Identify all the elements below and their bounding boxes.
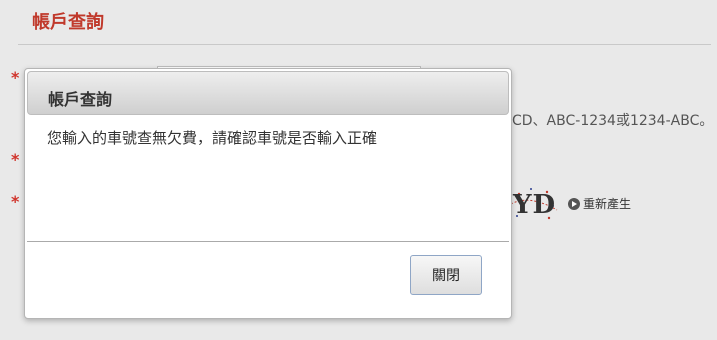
regenerate-captcha-link[interactable]: 重新產生	[568, 195, 631, 212]
dialog-title: 帳戶查詢	[48, 90, 113, 109]
required-marker: *	[11, 192, 20, 211]
plate-format-hint: CD、ABC-1234或1234-ABC。	[512, 113, 714, 129]
required-marker: *	[11, 68, 20, 87]
captcha-text: YD	[513, 190, 557, 220]
title-divider	[18, 44, 711, 45]
captcha-image: YD	[509, 184, 559, 224]
dialog-divider	[27, 241, 509, 242]
close-button[interactable]: 關閉	[410, 255, 482, 295]
page: 帳戶查詢 * * * CD、ABC-1234或1234-ABC。 YD 重新產生…	[0, 0, 717, 340]
dialog-header[interactable]: 帳戶查詢	[27, 71, 509, 115]
page-title: 帳戶查詢	[32, 12, 104, 33]
dialog-message: 您輸入的車號查無欠費，請確認車號是否輸入正確	[47, 129, 378, 147]
required-marker: *	[11, 150, 20, 169]
play-circle-icon	[568, 197, 580, 210]
account-query-dialog: 帳戶查詢 您輸入的車號查無欠費，請確認車號是否輸入正確 關閉	[24, 68, 512, 319]
regenerate-label: 重新產生	[583, 197, 632, 211]
